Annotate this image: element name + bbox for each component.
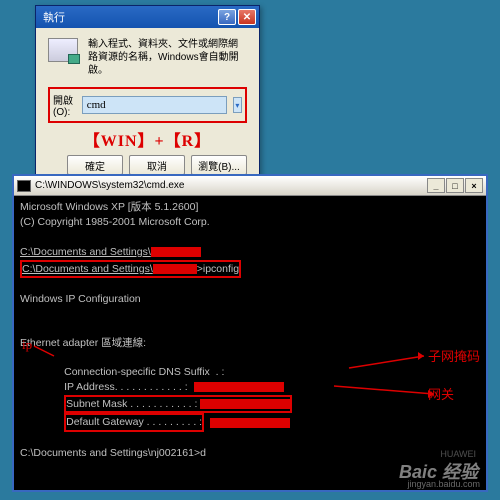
help-button[interactable]: ? (218, 9, 236, 25)
baidu-url-watermark: jingyan.baidu.com (407, 478, 480, 490)
dropdown-arrow-icon[interactable]: ▾ (233, 97, 242, 113)
open-input-row: 開啟(O): ▾ (48, 87, 247, 123)
cancel-button[interactable]: 取消 (129, 155, 185, 175)
cmd-icon (17, 180, 31, 192)
annotation-gateway: 网关 (428, 386, 454, 404)
annotation-ip: ip (22, 336, 32, 354)
cmd-title: C:\WINDOWS\system32\cmd.exe (35, 180, 184, 191)
cmd-window: C:\WINDOWS\system32\cmd.exe _ □ × Micros… (12, 174, 488, 492)
run-title: 執行 (39, 9, 65, 25)
run-description: 輸入程式、資料夾、文件或網際網路資源的名稱，Windows會自動開啟。 (88, 38, 247, 77)
run-icon (48, 38, 78, 62)
open-input[interactable] (82, 96, 227, 114)
shortcut-annotation: 【WIN】+【R】 (48, 127, 247, 151)
maximize-button[interactable]: □ (446, 178, 464, 193)
run-dialog: 執行 ? ✕ 輸入程式、資料夾、文件或網際網路資源的名稱，Windows會自動開… (35, 5, 260, 188)
huawei-watermark: HUAWEI (440, 448, 476, 460)
minimize-button[interactable]: _ (427, 178, 445, 193)
browse-button[interactable]: 瀏覽(B)... (191, 155, 247, 175)
close-button[interactable]: ✕ (238, 9, 256, 25)
annotation-subnet: 子网掩码 (428, 348, 480, 366)
run-titlebar[interactable]: 執行 ? ✕ (36, 6, 259, 28)
ok-button[interactable]: 確定 (67, 155, 123, 175)
close-button[interactable]: × (465, 178, 483, 193)
cmd-titlebar[interactable]: C:\WINDOWS\system32\cmd.exe _ □ × (14, 176, 486, 196)
cmd-output[interactable]: Microsoft Windows XP [版本 5.1.2600] (C) C… (14, 196, 486, 490)
open-label: 開啟(O): (53, 92, 76, 118)
